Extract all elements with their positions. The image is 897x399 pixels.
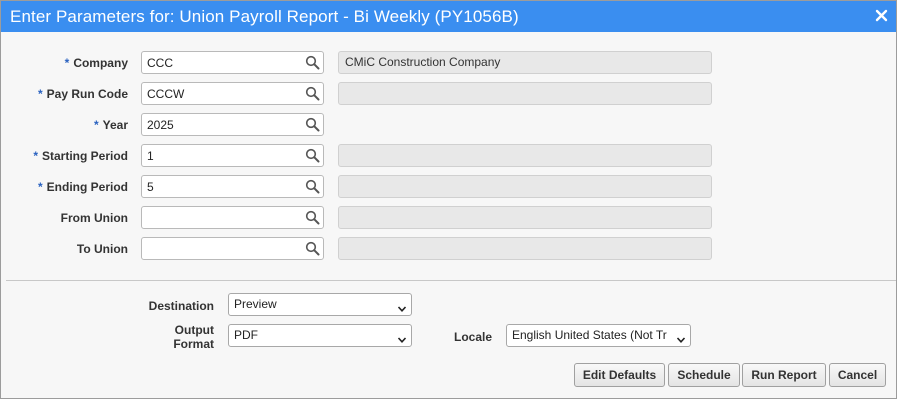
search-icon[interactable] — [305, 86, 320, 101]
pay-run-code-description — [338, 82, 712, 105]
ending-period-input[interactable] — [142, 176, 300, 197]
pay-run-code-input[interactable] — [142, 83, 300, 104]
output-format-label: Output Format — [173, 323, 214, 351]
ending-period-lookup — [141, 175, 324, 198]
from-union-description — [338, 206, 712, 229]
company-input[interactable] — [142, 52, 300, 73]
cancel-button[interactable]: Cancel — [829, 363, 886, 387]
output-format-select[interactable]: PDF — [228, 324, 412, 347]
search-icon[interactable] — [305, 210, 320, 225]
search-icon[interactable] — [305, 179, 320, 194]
starting-period-label: * Starting Period — [33, 149, 128, 163]
required-marker: * — [37, 180, 43, 194]
starting-period-lookup — [141, 144, 324, 167]
to-union-label: To Union — [76, 242, 128, 256]
edit-defaults-button[interactable]: Edit Defaults — [574, 363, 665, 387]
chevron-down-icon — [676, 331, 686, 343]
search-icon[interactable] — [305, 148, 320, 163]
ending-period-label: * Ending Period — [37, 180, 128, 194]
ending-period-description — [338, 175, 712, 198]
locale-select[interactable]: English United States (Not Tr — [506, 324, 691, 347]
destination-label: Destination — [148, 299, 214, 313]
search-icon[interactable] — [305, 241, 320, 256]
company-label: * Company — [64, 56, 128, 70]
year-lookup — [141, 113, 324, 136]
required-marker: * — [93, 118, 99, 132]
dialog-title: Enter Parameters for: Union Payroll Repo… — [10, 7, 519, 26]
search-icon[interactable] — [305, 117, 320, 132]
run-report-button[interactable]: Run Report — [742, 363, 826, 387]
starting-period-input[interactable] — [142, 145, 300, 166]
from-union-input[interactable] — [142, 207, 300, 228]
starting-period-description — [338, 144, 712, 167]
destination-value: Preview — [234, 297, 277, 311]
to-union-lookup — [141, 237, 324, 260]
required-marker: * — [37, 87, 43, 101]
schedule-button[interactable]: Schedule — [668, 363, 740, 387]
chevron-down-icon — [397, 331, 407, 343]
chevron-down-icon — [397, 300, 407, 312]
search-icon[interactable] — [305, 55, 320, 70]
from-union-lookup — [141, 206, 324, 229]
pay-run-code-lookup — [141, 82, 324, 105]
pay-run-code-label: * Pay Run Code — [37, 87, 128, 101]
output-format-value: PDF — [234, 328, 258, 342]
year-label: * Year — [93, 118, 128, 132]
close-icon[interactable] — [873, 7, 890, 24]
locale-label: Locale — [453, 330, 492, 344]
locale-value: English United States (Not Tr — [512, 328, 667, 342]
company-lookup — [141, 51, 324, 74]
required-marker: * — [33, 149, 38, 163]
company-description: CMiC Construction Company — [338, 51, 712, 74]
required-marker: * — [64, 56, 70, 70]
destination-select[interactable]: Preview — [228, 293, 412, 316]
to-union-description — [338, 237, 712, 260]
section-divider — [6, 280, 896, 281]
parameters-dialog: Enter Parameters for: Union Payroll Repo… — [0, 0, 897, 399]
to-union-input[interactable] — [142, 238, 300, 259]
dialog-titlebar: Enter Parameters for: Union Payroll Repo… — [1, 1, 896, 32]
from-union-label: From Union — [60, 211, 128, 225]
year-input[interactable] — [142, 114, 300, 135]
